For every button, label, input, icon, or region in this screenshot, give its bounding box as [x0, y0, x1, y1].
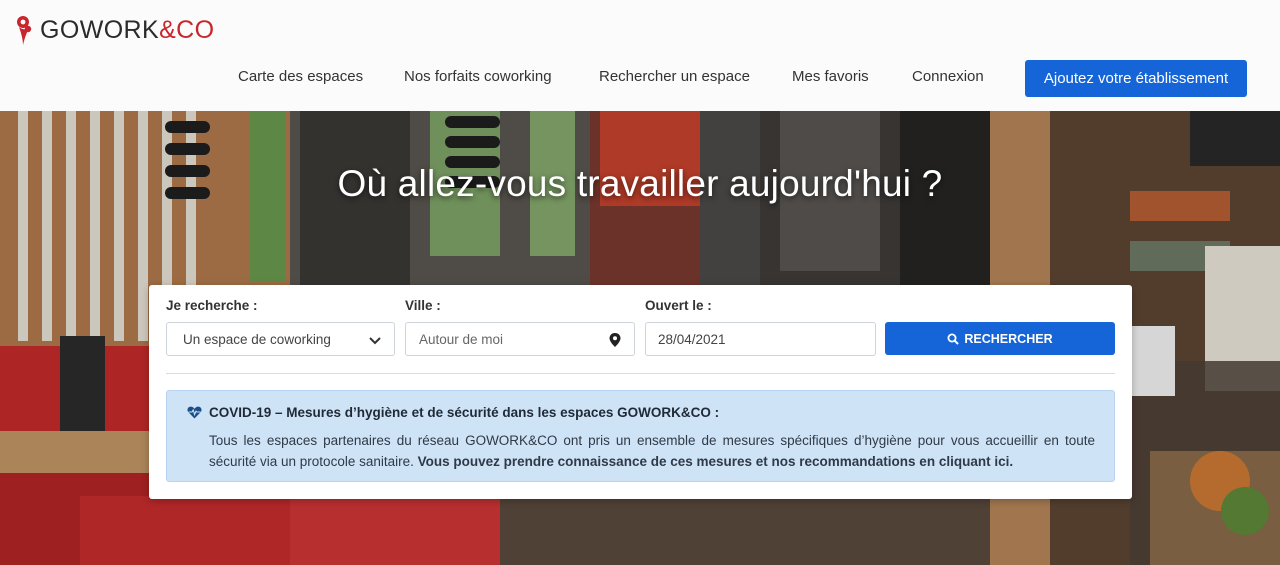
nav-link-favoris[interactable]: Mes favoris: [792, 68, 869, 85]
space-type-select[interactable]: Un espace de coworking: [166, 322, 395, 356]
search-button[interactable]: RECHERCHER: [885, 322, 1115, 355]
logo-text: GOWORK&CO: [40, 14, 214, 46]
notice-title: COVID-19 – Mesures d’hygiène et de sécur…: [209, 405, 720, 420]
covid-notice: COVID-19 – Mesures d’hygiène et de sécur…: [166, 390, 1115, 482]
card-divider: [166, 373, 1115, 374]
logo-main: GOWORK: [40, 16, 160, 44]
search-card: Je recherche : Un espace de coworking Vi…: [149, 285, 1132, 499]
search-icon: [947, 333, 960, 345]
open-date-label: Ouvert le :: [645, 298, 712, 313]
hero-title: Où allez-vous travailler aujourd'hui ?: [337, 163, 943, 204]
type-label: Je recherche :: [166, 298, 258, 313]
add-establishment-button[interactable]: Ajoutez votre établissement: [1025, 60, 1247, 97]
logo-accent: &CO: [159, 16, 215, 44]
city-input[interactable]: Autour de moi: [405, 322, 635, 356]
open-date-value: 28/04/2021: [658, 331, 726, 347]
notice-link[interactable]: Vous pouvez prendre connaissance de ces …: [418, 454, 1013, 469]
heartbeat-icon: [187, 406, 202, 419]
nav-link-carte[interactable]: Carte des espaces: [238, 68, 363, 85]
site-logo[interactable]: GOWORK&CO: [14, 14, 214, 46]
location-pin-icon[interactable]: [608, 332, 622, 348]
site-header: GOWORK&CO Carte des espaces Nos forfaits…: [0, 0, 1280, 111]
open-date-input[interactable]: 28/04/2021: [645, 322, 876, 356]
nav-link-rechercher[interactable]: Rechercher un espace: [599, 68, 750, 85]
nav-link-connexion[interactable]: Connexion: [912, 68, 984, 85]
logo-pin-icon: [17, 16, 32, 45]
chevron-down-icon: [369, 337, 381, 345]
notice-body: Tous les espaces partenaires du réseau G…: [209, 430, 1095, 472]
space-type-value: Un espace de coworking: [183, 331, 331, 347]
nav-link-forfaits[interactable]: Nos forfaits coworking: [404, 68, 552, 85]
search-button-label: RECHERCHER: [964, 331, 1053, 346]
city-placeholder: Autour de moi: [419, 331, 504, 347]
city-label: Ville :: [405, 298, 441, 313]
